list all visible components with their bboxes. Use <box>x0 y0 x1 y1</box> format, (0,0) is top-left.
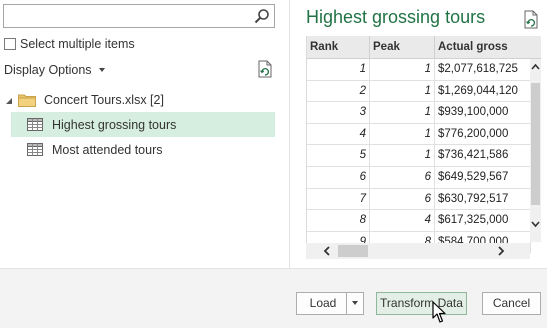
search-input[interactable] <box>4 5 244 27</box>
table-row[interactable]: 3 1 $939,100,000 <box>307 102 531 124</box>
cell-peak: 1 <box>370 59 435 81</box>
tree-item-label: Highest grossing tours <box>52 117 177 132</box>
table-row[interactable]: 4 1 $776,200,000 <box>307 123 531 146</box>
tree-file-node[interactable]: Concert Tours.xlsx [2] <box>6 92 164 108</box>
cell-actual-gross: $1,269,044,120 <box>435 80 531 103</box>
table-row[interactable]: 6 6 $649,529,567 <box>307 166 531 189</box>
tree-item-label: Most attended tours <box>52 142 163 157</box>
display-options-label: Display Options <box>4 63 92 77</box>
cell-actual-gross: $776,200,000 <box>435 123 531 146</box>
chevron-down-icon <box>98 68 105 72</box>
chevron-right-icon[interactable] <box>496 246 506 256</box>
transform-data-button[interactable]: Transform Data <box>376 292 467 315</box>
cell-peak: 6 <box>370 188 435 211</box>
cell-peak: 6 <box>370 166 435 189</box>
cell-rank: 1 <box>307 59 370 81</box>
cell-peak: 1 <box>370 145 435 167</box>
tree-item-most-attended-tours[interactable]: Most attended tours <box>11 137 275 162</box>
cell-rank: 2 <box>307 80 370 103</box>
column-header-rank[interactable]: Rank <box>307 36 370 59</box>
expand-toggle-icon[interactable] <box>6 98 12 104</box>
cell-peak: 1 <box>370 123 435 146</box>
table-row[interactable]: 8 4 $617,325,000 <box>307 210 531 232</box>
mouse-cursor-icon <box>432 301 446 323</box>
cell-rank: 5 <box>307 145 370 167</box>
vertical-scrollbar[interactable] <box>530 59 541 242</box>
search-box[interactable] <box>3 4 275 28</box>
table-row[interactable]: 5 1 $736,421,586 <box>307 145 531 167</box>
refresh-icon[interactable] <box>523 10 539 29</box>
cell-actual-gross: $630,792,517 <box>435 188 531 211</box>
column-header-peak[interactable]: Peak <box>370 36 435 59</box>
grid-body: 1 1 $2,077,618,725 2 1 $1,269,044,120 3 … <box>307 59 531 254</box>
cell-actual-gross: $649,529,567 <box>435 166 531 189</box>
table-icon <box>27 118 43 131</box>
preview-grid[interactable]: Rank Peak Actual gross 1 1 $2,077,618,72… <box>306 36 541 259</box>
table-row[interactable]: 1 1 $2,077,618,725 <box>307 59 531 81</box>
column-header-actual-gross[interactable]: Actual gross <box>435 36 541 59</box>
cell-peak: 1 <box>370 80 435 103</box>
select-multiple-label: Select multiple items <box>20 37 135 51</box>
tree-item-highest-grossing-tours[interactable]: Highest grossing tours <box>11 112 275 137</box>
cell-actual-gross: $2,077,618,725 <box>435 59 531 81</box>
cell-rank: 6 <box>307 166 370 189</box>
cell-peak: 1 <box>370 102 435 124</box>
table-icon <box>27 143 43 156</box>
select-multiple-checkbox[interactable] <box>4 38 16 50</box>
vertical-scroll-thumb[interactable] <box>531 83 540 205</box>
cell-actual-gross: $617,325,000 <box>435 210 531 232</box>
file-label: Concert Tours.xlsx [2] <box>44 93 164 107</box>
horizontal-scroll-thumb[interactable] <box>338 245 368 257</box>
search-icon[interactable] <box>254 8 270 24</box>
chevron-down-icon[interactable] <box>531 219 540 229</box>
cell-rank: 4 <box>307 123 370 146</box>
table-row[interactable]: 2 1 $1,269,044,120 <box>307 80 531 103</box>
display-options-dropdown[interactable]: Display Options <box>4 62 105 78</box>
dialog-footer: Load Transform Data Cancel <box>0 268 547 328</box>
chevron-down-icon <box>352 300 358 305</box>
refresh-icon[interactable] <box>257 60 273 78</box>
load-button[interactable]: Load <box>296 292 350 315</box>
chevron-up-icon[interactable] <box>531 62 540 72</box>
pane-divider[interactable] <box>289 0 290 268</box>
horizontal-scrollbar[interactable] <box>306 243 530 259</box>
folder-icon <box>18 94 36 107</box>
table-row[interactable]: 7 6 $630,792,517 <box>307 188 531 211</box>
chevron-left-icon[interactable] <box>322 246 332 256</box>
cell-peak: 4 <box>370 210 435 232</box>
load-dropdown-button[interactable] <box>346 292 364 315</box>
cancel-button[interactable]: Cancel <box>482 292 541 315</box>
select-multiple-row[interactable]: Select multiple items <box>4 37 135 51</box>
cell-rank: 3 <box>307 102 370 124</box>
cell-rank: 7 <box>307 188 370 211</box>
grid-header: Rank Peak Actual gross <box>307 36 541 59</box>
preview-title: Highest grossing tours <box>306 7 486 27</box>
cell-actual-gross: $736,421,586 <box>435 145 531 167</box>
cell-rank: 8 <box>307 210 370 232</box>
cell-actual-gross: $939,100,000 <box>435 102 531 124</box>
